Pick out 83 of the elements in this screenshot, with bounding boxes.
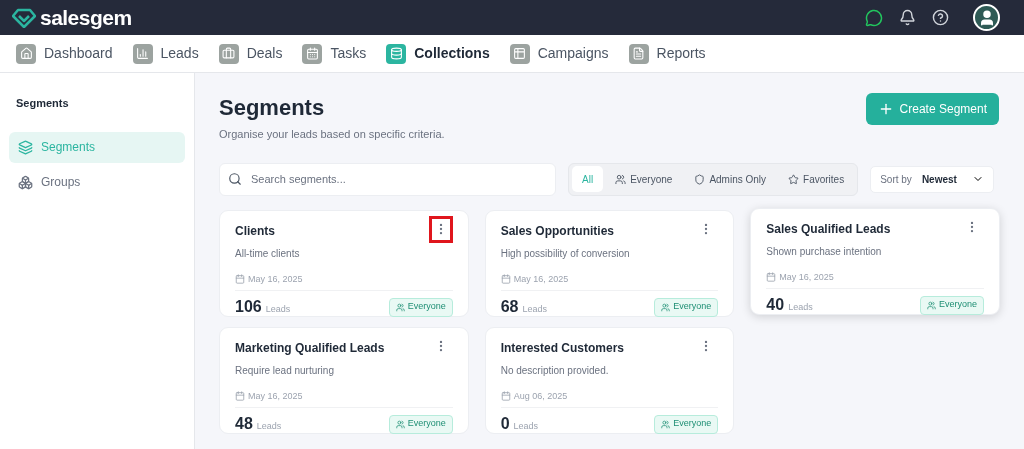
nav-tab[interactable]: Campaigns xyxy=(509,43,609,64)
calendar-icon xyxy=(302,43,323,64)
segment-title: Interested Customers xyxy=(500,339,625,357)
nav-tab[interactable]: Deals xyxy=(218,43,283,64)
calendar-icon xyxy=(235,274,245,285)
sidebar-item[interactable]: Groups xyxy=(9,166,185,198)
help-icon[interactable] xyxy=(932,9,949,26)
search-icon xyxy=(228,171,242,186)
lead-unit: Leads xyxy=(256,420,282,433)
calendar-icon xyxy=(500,391,511,402)
segment-description: Shown purchase intention xyxy=(766,244,883,259)
sidebar-title: Segments xyxy=(15,96,70,111)
brand-name: salesgem xyxy=(40,4,132,31)
calendar-icon xyxy=(235,391,245,402)
nav-tab[interactable]: Collections xyxy=(386,43,490,64)
lead-unit: Leads xyxy=(788,301,813,314)
lead-unit: Leads xyxy=(513,420,539,433)
nav-tab[interactable]: Tasks xyxy=(302,43,367,64)
people-icon xyxy=(661,302,671,312)
calendar-icon xyxy=(766,272,777,283)
lead-count: 0 xyxy=(500,414,510,434)
layers-icon xyxy=(18,139,33,155)
sort-dropdown[interactable]: Sort by Newest xyxy=(870,165,995,193)
segment-description: Require lead nurturing xyxy=(235,363,335,378)
filter-tab[interactable]: Admins Only xyxy=(684,166,777,192)
document-icon xyxy=(628,43,649,64)
table-icon xyxy=(509,43,530,64)
nav-tab[interactable]: Reports xyxy=(628,43,706,64)
segment-description: High possibility of conversion xyxy=(500,246,631,261)
lead-count: 40 xyxy=(766,295,785,315)
shield-icon xyxy=(694,173,706,185)
star-icon xyxy=(788,173,800,185)
segment-card[interactable]: Clients All-time clients May 16, 2025 106 Leads Everyone xyxy=(219,209,469,317)
calendar-icon xyxy=(500,274,511,285)
filter-tab[interactable]: Everyone xyxy=(605,166,683,192)
segment-description: All-time clients xyxy=(235,246,301,261)
page-title: Segments xyxy=(219,94,326,122)
nav-tab[interactable]: Leads xyxy=(132,43,199,64)
segment-date: Aug 06, 2025 xyxy=(513,389,568,403)
people-icon xyxy=(661,419,671,429)
house-icon xyxy=(16,43,36,64)
people-icon xyxy=(395,419,405,429)
audience-badge: Everyone xyxy=(919,295,984,315)
lead-count: 48 xyxy=(235,414,253,434)
segment-date: May 16, 2025 xyxy=(248,389,303,403)
more-options-button[interactable] xyxy=(428,215,453,243)
lead-unit: Leads xyxy=(265,303,291,316)
database-icon xyxy=(386,43,407,64)
segment-title: Sales Qualified Leads xyxy=(766,220,891,238)
search-field[interactable]: Search segments... xyxy=(219,162,556,196)
segment-title: Marketing Qualified Leads xyxy=(235,339,385,357)
segment-card[interactable]: Sales Qualified Leads Shown purchase intention May 16, 2025 40 Leads Everyone xyxy=(750,207,1000,315)
segment-card[interactable]: Sales Opportunities High possibility of conversion May 16, 2025 68 Leads Everyone xyxy=(484,209,735,317)
page-subtitle: Organise your leads based on specific criteria. xyxy=(219,127,445,142)
segment-date: May 16, 2025 xyxy=(779,270,834,284)
segment-card[interactable]: Marketing Qualified Leads Require lead nurturing May 16, 2025 48 Leads Everyone xyxy=(219,326,469,434)
boxes-icon xyxy=(18,174,33,190)
audience-badge: Everyone xyxy=(654,414,719,434)
segment-description: No description provided. xyxy=(500,363,610,378)
lead-count: 106 xyxy=(235,297,262,317)
logo-icon xyxy=(12,7,36,28)
nav-tab[interactable]: Dashboard xyxy=(16,43,113,64)
sort-label: Sort by xyxy=(880,172,912,187)
segment-card[interactable]: Interested Customers No description provided. Aug 06, 2025 0 Leads Everyone xyxy=(484,326,735,434)
audience-badge: Everyone xyxy=(654,297,719,317)
filter-tab[interactable]: Favorites xyxy=(778,166,855,192)
people-icon xyxy=(615,173,627,185)
notification-icon[interactable] xyxy=(899,9,916,26)
lead-unit: Leads xyxy=(522,303,547,316)
audience-badge: Everyone xyxy=(388,297,453,317)
people-icon xyxy=(395,302,405,312)
segment-date: May 16, 2025 xyxy=(513,272,569,286)
avatar[interactable] xyxy=(973,4,1000,31)
lead-count: 68 xyxy=(500,297,519,317)
briefcase-icon xyxy=(218,43,239,64)
segment-title: Clients xyxy=(235,222,275,240)
chat-icon[interactable] xyxy=(865,8,883,27)
segment-date: May 16, 2025 xyxy=(248,272,303,286)
audience-badge: Everyone xyxy=(388,414,453,434)
segment-title: Sales Opportunities xyxy=(500,222,614,240)
sort-value: Newest xyxy=(921,172,957,187)
bar-chart-icon xyxy=(132,43,153,64)
people-icon xyxy=(926,300,936,310)
